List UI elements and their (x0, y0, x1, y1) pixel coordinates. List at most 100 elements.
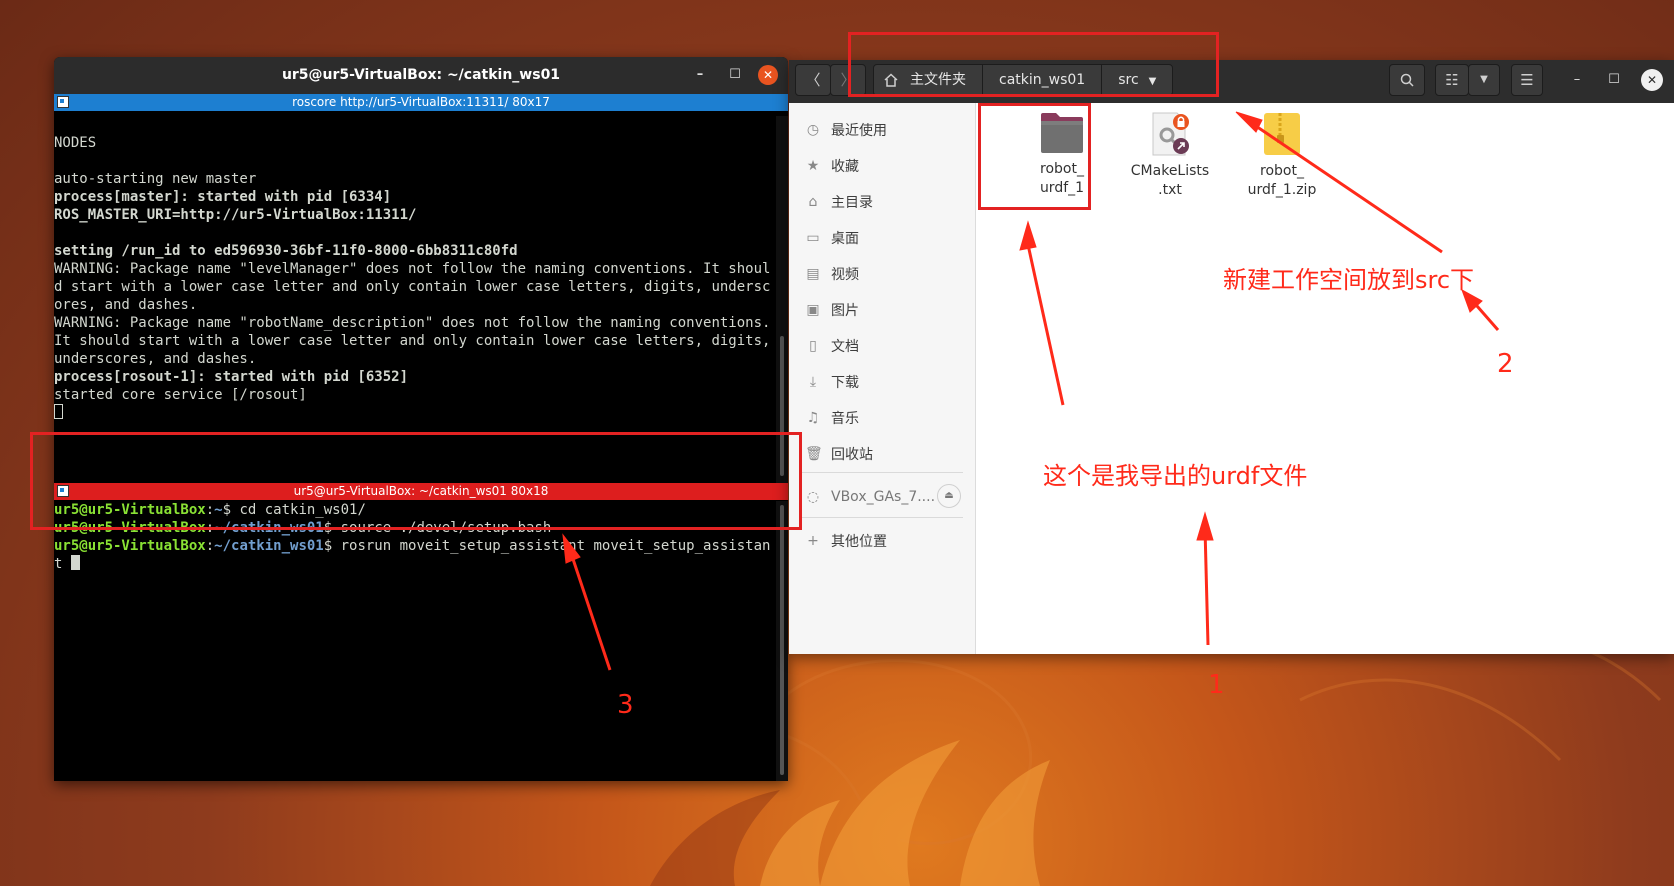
sidebar-item-label: 收藏 (831, 159, 859, 175)
shell-scrollbar[interactable] (776, 501, 788, 781)
annotation-note-urdf: 这个是我导出的urdf文件 (1043, 462, 1308, 490)
roscore-tab-title: roscore http://ur5-VirtualBox:11311/ 80x… (292, 95, 550, 109)
sidebar-divider (801, 472, 963, 473)
sidebar-item-label: 文档 (831, 339, 859, 355)
file-name: urdf_1.zip (1247, 182, 1317, 198)
annotation-number: 3 (617, 690, 634, 720)
sidebar-item-label: VBox_GAs_7.... (831, 489, 936, 505)
sidebar-item-label: 主目录 (831, 195, 873, 211)
warning-line: WARNING: Package name "robotName_descrip… (54, 315, 771, 367)
prompt-path: ~/catkin_ws01 (214, 538, 324, 554)
sidebar-item-label: 最近使用 (831, 123, 887, 139)
annotation-box-breadcrumb (848, 32, 1219, 97)
sidebar-item-label: 其他位置 (831, 534, 887, 550)
sidebar-item-starred[interactable]: ★ 收藏 (805, 156, 859, 176)
drive-icon: ◌ (806, 489, 820, 505)
warning-line: WARNING: Package name "levelManager" doe… (54, 261, 771, 313)
sidebar-item-videos[interactable]: ▤ 视频 (805, 264, 859, 284)
sidebar-item-label: 回收站 (831, 447, 873, 463)
maximize-icon[interactable]: ☐ (725, 65, 745, 85)
view-options-button[interactable]: ▼ (1468, 64, 1500, 96)
trash-icon: 🗑 (805, 446, 823, 462)
shell-scroll-thumb[interactable] (780, 505, 784, 775)
minimize-icon[interactable]: – (690, 65, 710, 85)
annotation-box-urdf-folder (978, 103, 1091, 210)
file-name: .txt (1158, 182, 1182, 198)
roscore-pane[interactable]: NODES auto-starting new master process[m… (54, 116, 776, 483)
view-list-button[interactable]: ☷ (1435, 64, 1469, 96)
picture-icon: ▣ (806, 302, 820, 318)
zip-archive-icon (1264, 113, 1300, 155)
hamburger-menu-icon: ☰ (1520, 71, 1534, 89)
sidebar-item-music[interactable]: ♫ 音乐 (805, 408, 859, 428)
video-icon: ▤ (806, 266, 820, 282)
file-item-zip[interactable]: robot_ urdf_1.zip (1232, 111, 1332, 199)
chevron-down-icon: ▼ (1480, 74, 1488, 85)
terminal-cursor (54, 404, 63, 419)
output-line: started core service [/rosout] (54, 387, 307, 403)
desktop-icon: ▭ (806, 230, 820, 246)
terminal-tab-icon (57, 96, 69, 108)
sidebar-item-downloads[interactable]: ⤓ 下载 (805, 372, 859, 392)
menu-button[interactable]: ☰ (1511, 64, 1543, 96)
minimize-icon[interactable]: – (1567, 72, 1587, 87)
file-item-cmakelists[interactable]: CMakeLists .txt (1120, 111, 1220, 199)
text-file-link-icon (1152, 112, 1189, 156)
annotation-number: 2 (1497, 349, 1514, 379)
sidebar-item-label: 音乐 (831, 411, 859, 427)
plus-icon: + (807, 533, 819, 549)
sidebar-item-desktop[interactable]: ▭ 桌面 (805, 228, 859, 248)
star-icon: ★ (806, 158, 820, 174)
output-line: setting /run_id to ed596930-36bf-11f0-80… (54, 243, 518, 259)
annotation-note-src: 新建工作空间放到src下 (1223, 266, 1475, 294)
sidebar-item-label: 下载 (831, 375, 859, 391)
output-line: auto-starting new master (54, 171, 257, 187)
output-line: process[master]: started with pid [6334] (54, 189, 392, 205)
prompt-dollar: $ (323, 538, 341, 554)
home-icon: ⌂ (808, 194, 818, 210)
annotation-box-command (30, 432, 802, 530)
sidebar-item-home[interactable]: ⌂ 主目录 (805, 192, 873, 212)
close-icon[interactable]: ✕ (1641, 69, 1663, 91)
search-button[interactable] (1389, 64, 1425, 96)
clock-icon: ◷ (806, 122, 820, 138)
shell-pane[interactable]: ur5@ur5-VirtualBox:~$ cd catkin_ws01/ ur… (54, 501, 776, 781)
output-line: process[rosout-1]: started with pid [635… (54, 369, 409, 385)
eject-icon: ⏏ (944, 490, 954, 501)
terminal-cursor (70, 555, 80, 570)
prompt-user: ur5@ur5-VirtualBox (54, 538, 206, 554)
sidebar-item-label: 视频 (831, 267, 859, 283)
eject-button[interactable]: ⏏ (937, 484, 961, 508)
terminal-window-title: ur5@ur5-VirtualBox: ~/catkin_ws01 (281, 67, 561, 83)
roscore-tab-bar[interactable]: roscore http://ur5-VirtualBox:11311/ 80x… (54, 94, 788, 111)
prompt-colon: : (205, 538, 215, 554)
download-icon: ⤓ (809, 374, 817, 390)
sidebar-item-documents[interactable]: ▯ 文档 (805, 336, 859, 356)
sidebar-divider (801, 517, 963, 518)
sidebar-item-recent[interactable]: ◷ 最近使用 (805, 120, 887, 140)
back-button[interactable]: 〈 (795, 64, 831, 96)
document-icon: ▯ (809, 338, 817, 354)
output-line: NODES (54, 135, 97, 151)
annotation-number: 1 (1208, 670, 1225, 700)
sidebar-item-other-locations[interactable]: + 其他位置 (805, 531, 887, 551)
terminal-titlebar[interactable]: ur5@ur5-VirtualBox: ~/catkin_ws01 – ☐ ✕ (54, 57, 788, 94)
sidebar-item-label: 桌面 (831, 231, 859, 247)
maximize-icon[interactable]: ☐ (1604, 72, 1624, 87)
places-sidebar: ◷ 最近使用 ★ 收藏 ⌂ 主目录 ▭ 桌面 ▤ 视频 ▣ 图片 ▯ 文档 ⤓ 下载 ♫ 音乐 🗑… (789, 103, 976, 654)
file-manager-window[interactable]: 〈 〉 主文件夹 catkin_ws01 src ▼ ☷ ▼ ☰ – ☐ ✕ ◷ 最… (789, 60, 1674, 654)
sidebar-item-pictures[interactable]: ▣ 图片 (805, 300, 859, 320)
terminal-window[interactable]: ur5@ur5-VirtualBox: ~/catkin_ws01 – ☐ ✕ … (54, 57, 788, 781)
file-name: CMakeLists (1130, 163, 1210, 179)
sidebar-item-vbox-drive[interactable]: ◌ VBox_GAs_7.... (805, 487, 935, 507)
sidebar-item-label: 图片 (831, 303, 859, 319)
file-name: robot_ (1260, 163, 1304, 179)
close-icon[interactable]: ✕ (758, 65, 778, 85)
roscore-scrollbar[interactable] (776, 116, 788, 483)
music-icon: ♫ (806, 410, 820, 426)
sidebar-item-trash[interactable]: 🗑 回收站 (805, 444, 873, 464)
search-icon (1400, 73, 1414, 87)
chevron-left-icon: 〈 (805, 71, 821, 89)
output-line: ROS_MASTER_URI=http://ur5-VirtualBox:113… (54, 207, 417, 223)
list-view-icon: ☷ (1445, 71, 1459, 89)
